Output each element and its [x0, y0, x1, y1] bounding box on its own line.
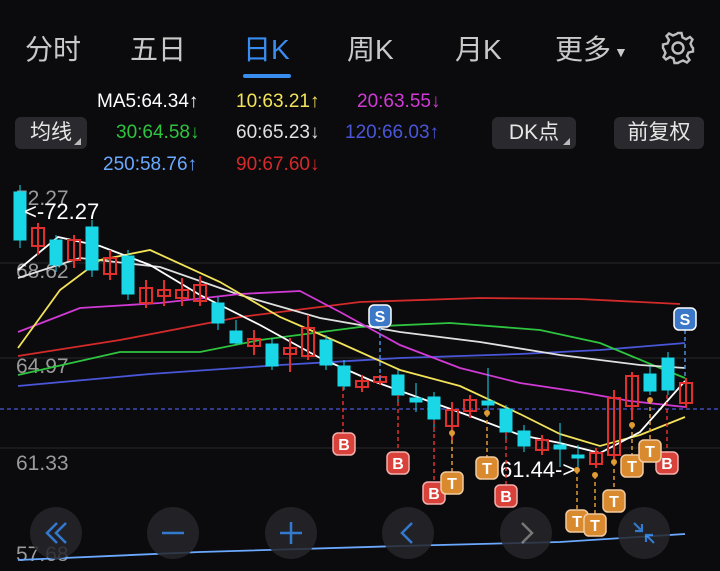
ma20-value: 20:63.55: [357, 91, 431, 112]
ma60-arrow: ↓: [309, 122, 320, 143]
buy-marker-label: B: [661, 456, 673, 473]
sell-marker-label: S: [680, 312, 691, 329]
plus-icon: [280, 522, 302, 544]
dropdown-corner-icon: [563, 138, 570, 145]
ma250-arrow: ↑: [187, 154, 198, 175]
dk-point-button[interactable]: DK点: [492, 117, 576, 149]
active-tab-indicator: [243, 74, 291, 78]
adjust-type-label: 前复权: [627, 121, 691, 144]
fullscreen-button[interactable]: [618, 507, 670, 559]
kline-chart[interactable]: 72.27 68.62 64.97 61.33 57.68: [0, 180, 720, 571]
t-marker-label: T: [572, 514, 582, 531]
ma10-legend: 10:63.21↑: [236, 91, 319, 113]
indicator-label: 均线: [30, 121, 72, 144]
buy-marker-label: B: [392, 456, 404, 473]
zoom-in-button[interactable]: [265, 507, 317, 559]
ma5-line: [17, 236, 686, 454]
scroll-left-button[interactable]: [382, 507, 434, 559]
ma250-value: 250:58.76: [103, 154, 188, 175]
low-annotation: 61.44->: [500, 457, 575, 482]
sell-marker-label: S: [375, 309, 386, 326]
ma20-arrow: ↓: [430, 91, 441, 112]
ma5-arrow: ↑: [188, 91, 199, 112]
chevron-left-icon: [400, 522, 413, 544]
ma90-legend: 90:67.60↓: [236, 154, 319, 176]
ma90-arrow: ↓: [309, 154, 320, 175]
buy-marker-label: B: [428, 486, 440, 503]
double-chevron-left-icon: [45, 522, 67, 544]
caret-down-icon: ▼: [614, 43, 628, 60]
ma20-legend: 20:63.55↓: [357, 91, 440, 113]
ma-legend: MA5:64.34↑: [97, 91, 198, 113]
minus-icon: [162, 531, 184, 535]
ma120-line: [17, 342, 686, 387]
buy-marker-label: B: [500, 489, 512, 506]
ma250-line: [17, 533, 686, 561]
sell-markers: S S: [368, 304, 697, 331]
tab-monthly-k[interactable]: 月K: [455, 28, 502, 68]
tab-daily-k[interactable]: 日K: [243, 28, 290, 68]
jump-to-start-button[interactable]: [30, 507, 82, 559]
buy-marker-label: B: [338, 437, 350, 454]
candle-down: [13, 185, 675, 470]
tab-weekly-k[interactable]: 周K: [347, 28, 394, 68]
high-annotation: <-72.27: [24, 199, 99, 224]
t-marker-label: T: [482, 461, 492, 478]
ma120-value: 120:66.03: [345, 122, 430, 143]
ma10-arrow: ↑: [309, 91, 320, 112]
zoom-out-button[interactable]: [147, 507, 199, 559]
t-marker-label: T: [590, 518, 600, 535]
ma30-legend: 30:64.58↓: [116, 122, 199, 144]
ma60-legend: 60:65.23↓: [236, 122, 319, 144]
ma250-legend: 250:58.76↑: [103, 154, 197, 176]
price-label-4: 61.33: [16, 452, 69, 475]
period-tabs: 分时 五日 日K 周K 月K 更多 ▼: [0, 0, 720, 82]
ma5-value: MA5:64.34: [97, 91, 189, 112]
t-marker-label: T: [645, 444, 655, 461]
ma90-value: 90:67.60: [236, 154, 310, 175]
dk-point-label: DK点: [508, 121, 560, 144]
tab-five-day[interactable]: 五日: [130, 28, 186, 68]
t-marker-label: T: [627, 459, 637, 476]
ma30-value: 30:64.58: [116, 122, 190, 143]
ma30-arrow: ↓: [189, 122, 200, 143]
tab-more-label: 更多: [555, 34, 612, 65]
tab-more[interactable]: 更多 ▼: [555, 28, 628, 68]
gear-icon[interactable]: [660, 30, 696, 66]
t-marker-label: T: [447, 476, 457, 493]
tab-intraday[interactable]: 分时: [25, 28, 81, 68]
ma10-value: 10:63.21: [236, 91, 310, 112]
ma120-legend: 120:66.03↑: [345, 122, 439, 144]
ma10-line: [17, 249, 686, 447]
scroll-right-button[interactable]: [500, 507, 552, 559]
ma60-value: 60:65.23: [236, 122, 310, 143]
collapse-arrows-icon: [633, 522, 655, 544]
indicator-dropdown[interactable]: 均线: [15, 117, 87, 149]
dropdown-corner-icon: [74, 138, 81, 145]
adjust-type-button[interactable]: 前复权: [614, 117, 704, 149]
chevron-right-icon: [521, 522, 534, 544]
ma120-arrow: ↑: [429, 122, 440, 143]
